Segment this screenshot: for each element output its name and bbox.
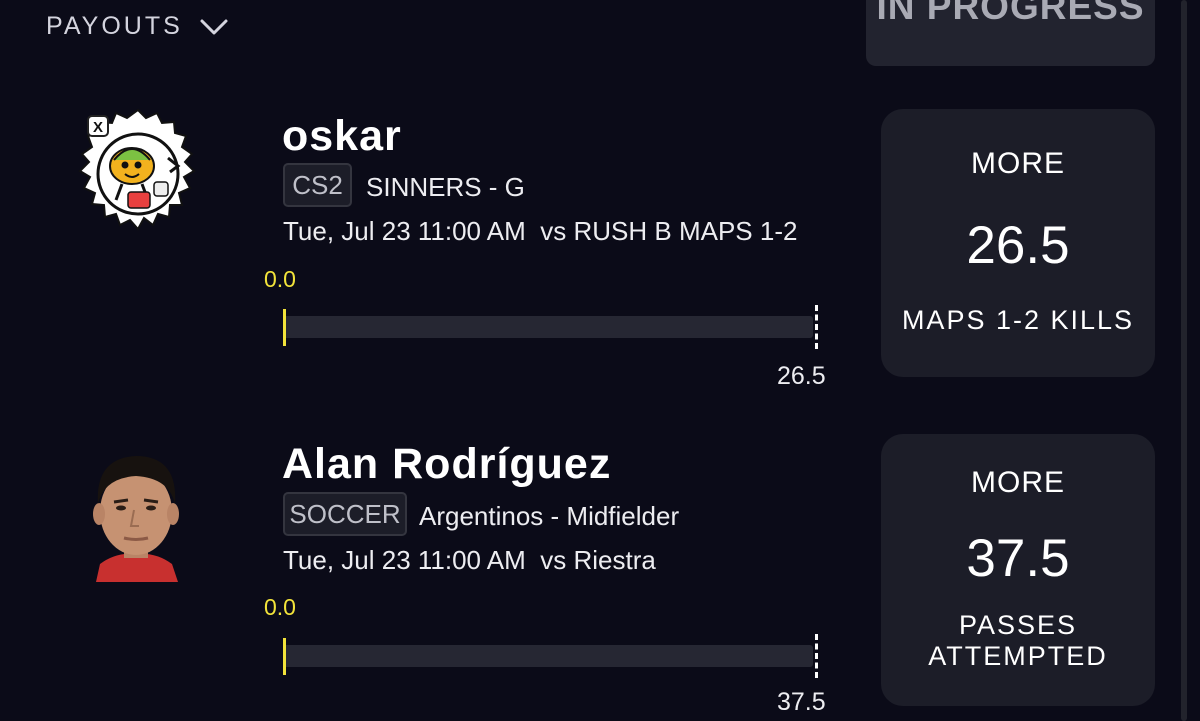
game-time: Tue, Jul 23 11:00 AM vs Riestra — [283, 545, 656, 576]
line-value: 37.5 — [966, 529, 1070, 588]
stat-type: PASSES ATTEMPTED — [881, 610, 1155, 672]
direction-label: MORE — [971, 466, 1065, 499]
target-marker — [815, 634, 818, 678]
avatar-player — [86, 450, 186, 582]
stat-line-2: ATTEMPTED — [928, 641, 1108, 671]
scrollbar[interactable] — [1181, 0, 1187, 721]
target-value: 37.5 — [777, 688, 826, 716]
target-value: 26.5 — [777, 362, 826, 390]
progress-track — [283, 634, 818, 678]
current-value: 0.0 — [264, 594, 296, 620]
game-date-time: Tue, Jul 23 11:00 AM — [283, 545, 526, 575]
league-chip: SOCCER — [283, 492, 407, 536]
player-headshot-icon — [93, 456, 179, 582]
projection-card[interactable]: MORE 37.5 PASSES ATTEMPTED — [881, 434, 1155, 706]
progress-fill-marker — [283, 638, 286, 675]
team-position: Argentinos - Midfielder — [419, 501, 680, 531]
stat-line-1: PASSES — [958, 610, 1078, 640]
player-name: Alan Rodríguez — [282, 440, 612, 488]
opponent: vs Riestra — [540, 545, 656, 575]
pick-card-alan-rodriguez[interactable]: Alan Rodríguez SOCCER Argentinos - Midfi… — [0, 0, 1170, 716]
